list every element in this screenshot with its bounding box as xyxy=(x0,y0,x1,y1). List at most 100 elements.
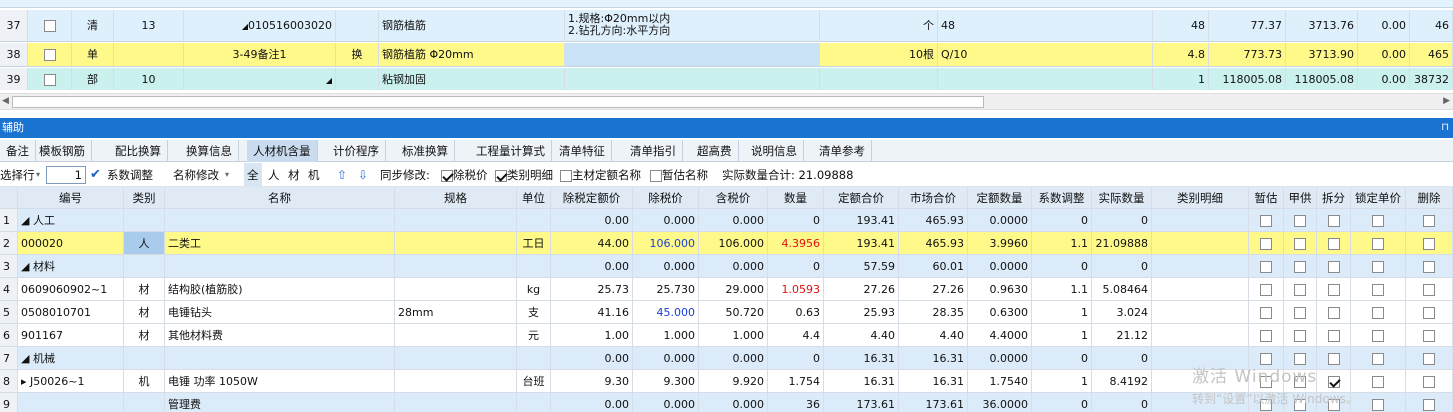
name-cell[interactable]: 管理费 xyxy=(165,393,395,412)
coef-cell[interactable]: 1.1 xyxy=(1032,278,1092,300)
chk-main-name[interactable]: 主材定额名称 xyxy=(560,163,641,187)
p3-cell[interactable]: 0.000 xyxy=(699,347,768,369)
n-cell[interactable]: 3 xyxy=(0,255,18,277)
p2-cell[interactable]: 0.000 xyxy=(633,347,699,369)
t1-cell[interactable]: 57.59 xyxy=(824,255,899,277)
spec-cell[interactable] xyxy=(395,255,517,277)
aq-cell[interactable]: 21.12 xyxy=(1092,324,1152,346)
p3-cell[interactable]: 1.000 xyxy=(699,324,768,346)
row-checkbox[interactable] xyxy=(1327,330,1340,342)
column-header[interactable]: 定额合价 xyxy=(824,187,899,208)
row-checkbox[interactable] xyxy=(1372,284,1384,296)
column-header[interactable]: 类别 xyxy=(124,187,165,208)
p1-cell[interactable]: 0.00 xyxy=(551,255,633,277)
p1-cell[interactable]: 44.00 xyxy=(551,232,633,254)
column-header[interactable]: 甲供 xyxy=(1284,187,1317,208)
qty-cell[interactable]: 1.0593 xyxy=(768,278,824,300)
row-checkbox[interactable] xyxy=(1327,376,1340,388)
cat-cell[interactable] xyxy=(124,255,165,277)
t2-cell[interactable]: 27.26 xyxy=(899,278,968,300)
row-checkbox-cell[interactable] xyxy=(28,10,72,41)
checkbox-cell[interactable] xyxy=(1351,255,1406,277)
column-header[interactable]: 编号 xyxy=(18,187,124,208)
p2-cell[interactable]: 9.300 xyxy=(633,370,699,392)
p2-cell[interactable]: 0.000 xyxy=(633,255,699,277)
filter-all[interactable]: 全 xyxy=(244,163,262,187)
row-checkbox[interactable] xyxy=(1327,353,1340,365)
column-header[interactable]: 系数调整 xyxy=(1032,187,1092,208)
checkbox-cell[interactable] xyxy=(1284,301,1317,323)
column-header[interactable]: 规格 xyxy=(395,187,517,208)
unit-cell[interactable]: 工日 xyxy=(517,232,551,254)
checkbox-cell[interactable] xyxy=(1406,232,1453,254)
p2-cell[interactable]: 1.000 xyxy=(633,324,699,346)
cat-cell[interactable]: 人 xyxy=(124,232,165,254)
row-checkbox[interactable] xyxy=(1327,261,1340,273)
coef-cell[interactable]: 1.1 xyxy=(1032,232,1092,254)
row-checkbox[interactable] xyxy=(1327,307,1340,319)
column-header[interactable]: 单位 xyxy=(517,187,551,208)
checkbox-cell[interactable] xyxy=(1284,209,1317,231)
catdetail-cell[interactable] xyxy=(1152,301,1249,323)
p1-cell[interactable]: 25.73 xyxy=(551,278,633,300)
t1-cell[interactable]: 193.41 xyxy=(824,232,899,254)
checkbox-cell[interactable] xyxy=(1249,278,1284,300)
row-checkbox[interactable] xyxy=(1294,330,1306,342)
catdetail-cell[interactable] xyxy=(1152,232,1249,254)
coef-cell[interactable]: 1 xyxy=(1032,370,1092,392)
checkbox-cell[interactable] xyxy=(1317,278,1351,300)
p2-cell[interactable]: 106.000 xyxy=(633,232,699,254)
p1-cell[interactable]: 0.00 xyxy=(551,347,633,369)
qty-cell[interactable]: 0.63 xyxy=(768,301,824,323)
dq-cell[interactable]: 0.6300 xyxy=(968,301,1032,323)
checkbox-cell[interactable] xyxy=(1351,209,1406,231)
aq-cell[interactable]: 3.024 xyxy=(1092,301,1152,323)
dq-cell[interactable]: 36.0000 xyxy=(968,393,1032,412)
row-checkbox[interactable] xyxy=(1372,238,1384,250)
row-checkbox[interactable] xyxy=(1372,307,1384,319)
column-header[interactable]: 含税价 xyxy=(699,187,768,208)
qty-cell[interactable]: 4.4 xyxy=(768,324,824,346)
row-checkbox[interactable] xyxy=(1372,215,1384,227)
name-modify-button[interactable]: 名称修改 xyxy=(173,163,219,187)
name-cell[interactable] xyxy=(165,209,395,231)
coef-cell[interactable]: 1 xyxy=(1032,301,1092,323)
t1-cell[interactable]: 4.40 xyxy=(824,324,899,346)
t1-cell[interactable]: 27.26 xyxy=(824,278,899,300)
row-checkbox[interactable] xyxy=(1260,238,1272,250)
checkbox-cell[interactable] xyxy=(1317,324,1351,346)
cat-cell[interactable] xyxy=(124,393,165,412)
scroll-right-icon[interactable]: ▶ xyxy=(1443,96,1450,106)
table-row[interactable]: 1 ◢ 人工 0.00 0.000 0.000 0 193.41 465.93 0.0000 0 0 xyxy=(0,209,1453,232)
checkbox-cell[interactable] xyxy=(1284,324,1317,346)
table-row[interactable] xyxy=(0,0,1453,8)
spec-cell[interactable] xyxy=(395,347,517,369)
column-header[interactable]: 暂估 xyxy=(1249,187,1284,208)
dq-cell[interactable]: 0.0000 xyxy=(968,209,1032,231)
p3-cell[interactable]: 50.720 xyxy=(699,301,768,323)
row-checkbox[interactable] xyxy=(1372,353,1384,365)
row-checkbox[interactable] xyxy=(1260,284,1272,296)
checkbox[interactable] xyxy=(560,169,572,182)
column-header[interactable]: 除税价 xyxy=(633,187,699,208)
n-cell[interactable]: 6 xyxy=(0,324,18,346)
aq-cell[interactable]: 0 xyxy=(1092,347,1152,369)
p1-cell[interactable]: 41.16 xyxy=(551,301,633,323)
checkbox[interactable] xyxy=(495,169,507,182)
chk-category[interactable]: 类别明细 xyxy=(495,163,553,187)
dq-cell[interactable]: 4.4000 xyxy=(968,324,1032,346)
tab-3[interactable]: 换算信息 xyxy=(180,140,239,162)
tab-11[interactable]: 说明信息 xyxy=(745,140,804,162)
p3-cell[interactable]: 9.920 xyxy=(699,370,768,392)
tab-5[interactable]: 计价程序 xyxy=(327,140,386,162)
tab-6[interactable]: 标准换算 xyxy=(396,140,455,162)
checkbox-cell[interactable] xyxy=(1284,255,1317,277)
qty-cell[interactable]: 36 xyxy=(768,393,824,412)
checkbox-cell[interactable] xyxy=(1406,393,1453,412)
qty-cell[interactable]: 0 xyxy=(768,255,824,277)
unit-cell[interactable] xyxy=(517,393,551,412)
row-checkbox[interactable] xyxy=(1372,261,1384,273)
aq-cell[interactable]: 21.09888 xyxy=(1092,232,1152,254)
t2-cell[interactable]: 16.31 xyxy=(899,370,968,392)
t2-cell[interactable]: 465.93 xyxy=(899,209,968,231)
